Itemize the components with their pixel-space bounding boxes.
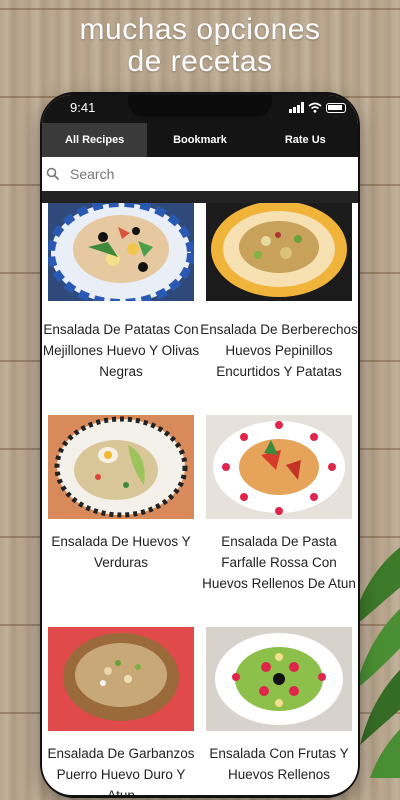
recipe-image — [206, 627, 352, 731]
status-icons — [289, 102, 346, 113]
tab-bookmark[interactable]: Bookmark — [147, 123, 252, 157]
phone-notch — [128, 95, 272, 117]
search-bar — [42, 157, 358, 192]
recipe-title: Ensalada De Pasta Farfalle Rossa Con Hue… — [202, 534, 356, 591]
status-time: 9:41 — [70, 100, 96, 115]
recipe-image — [206, 415, 352, 519]
recipe-title: Ensalada De Garbanzos Puerro Huevo Duro … — [47, 746, 195, 795]
wifi-icon — [308, 102, 322, 113]
search-icon — [46, 167, 60, 181]
tab-all-recipes[interactable]: All Recipes — [42, 123, 148, 157]
search-input[interactable] — [68, 165, 322, 183]
recipe-card[interactable]: Ensalada De Pasta Farfalle Rossa Con Hue… — [200, 415, 358, 627]
recipe-title: Ensalada De Patatas Con Mejillones Huevo… — [42, 322, 200, 379]
recipe-image — [48, 415, 194, 519]
recipe-title: Ensalada De Berberechos Huevos Pepinillo… — [200, 322, 358, 379]
recipe-card[interactable]: Ensalada Con Frutas Y Huevos Rellenos — [200, 627, 358, 795]
recipe-card[interactable]: Ensalada De Huevos Y Verduras — [42, 415, 200, 627]
header-divider — [42, 191, 358, 203]
recipe-image — [48, 627, 194, 731]
recipe-card[interactable]: Ensalada De Patatas Con Mejillones Huevo… — [42, 203, 200, 415]
recipe-image — [48, 203, 194, 301]
promo-line-2: de recetas — [127, 45, 273, 78]
recipe-title: Ensalada De Huevos Y Verduras — [51, 534, 191, 570]
app-screen: 9:41 All Recipes Bookmark Rate Us Search… — [42, 95, 358, 795]
tab-rate-us[interactable]: Rate Us — [253, 123, 358, 157]
recipe-card[interactable]: Ensalada De Berberechos Huevos Pepinillo… — [200, 203, 358, 415]
tab-bar: All Recipes Bookmark Rate Us — [42, 123, 358, 157]
recipe-title: Ensalada Con Frutas Y Huevos Rellenos — [209, 746, 349, 782]
status-bar: 9:41 — [42, 95, 358, 123]
recipe-grid: Ensalada De Patatas Con Mejillones Huevo… — [42, 203, 358, 795]
recipe-image — [206, 203, 352, 301]
recipe-card[interactable]: Ensalada De Garbanzos Puerro Huevo Duro … — [42, 627, 200, 795]
battery-icon — [326, 102, 346, 113]
signal-icon — [289, 102, 304, 113]
promo-line-1: muchas opciones — [79, 13, 321, 46]
promo-headline: muchas opciones de recetas — [0, 14, 400, 78]
